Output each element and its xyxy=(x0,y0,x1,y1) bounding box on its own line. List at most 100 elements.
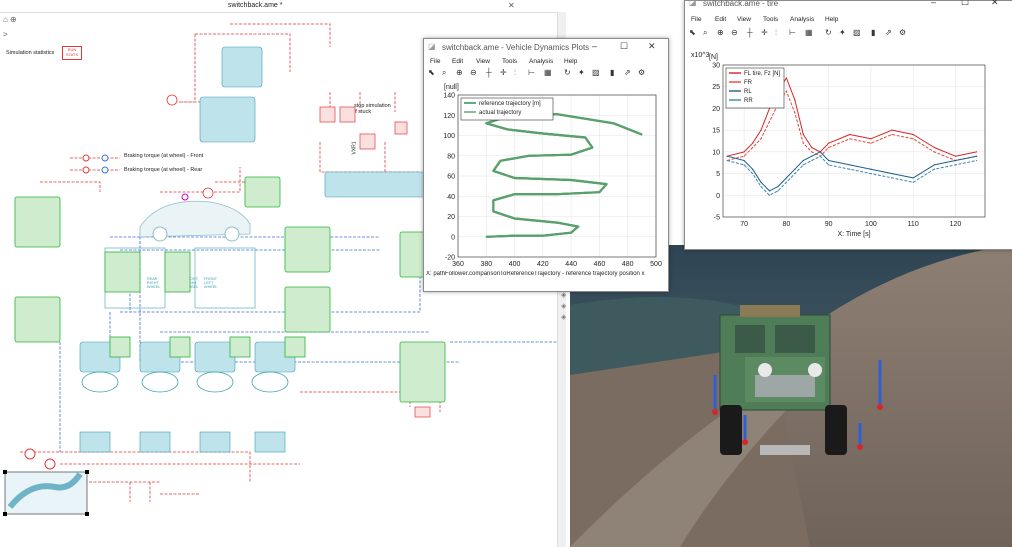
data-point xyxy=(794,112,796,114)
menu-file[interactable]: File xyxy=(691,16,701,23)
y-tick-label: 40 xyxy=(447,194,455,201)
data-point xyxy=(794,172,796,175)
grid-icon[interactable]: ▦ xyxy=(805,28,813,37)
menu-help[interactable]: Help xyxy=(825,16,838,23)
data-point xyxy=(819,151,821,153)
data-point xyxy=(528,155,530,157)
data-point xyxy=(811,155,813,157)
data-point xyxy=(751,168,754,170)
data-point xyxy=(975,155,978,157)
data-point xyxy=(933,146,935,149)
menu-tools[interactable]: Tools xyxy=(763,16,778,23)
cross-cursor-icon[interactable]: ✛ xyxy=(500,68,507,77)
x-tick-label: 100 xyxy=(865,221,877,228)
data-point xyxy=(785,77,787,79)
zoom-out-icon[interactable]: ⊖ xyxy=(470,68,477,77)
cursor-icon[interactable]: ┼ xyxy=(486,68,492,77)
pin-icon[interactable]: ✦ xyxy=(578,68,585,77)
refresh-icon[interactable]: ↻ xyxy=(825,28,832,37)
menu-view[interactable]: View xyxy=(737,16,751,23)
data-point xyxy=(577,226,579,228)
zoom-in-icon[interactable]: ⊕ xyxy=(717,28,724,37)
data-point xyxy=(891,133,893,136)
maximize-button[interactable]: ☐ xyxy=(620,41,628,52)
data-point xyxy=(849,138,851,140)
data-point xyxy=(760,181,762,183)
menu-analysis[interactable]: Analysis xyxy=(529,58,553,65)
axes-icon[interactable]: ⊢ xyxy=(528,68,535,77)
y-tick-label: 30 xyxy=(712,63,720,70)
close-button[interactable]: ✕ xyxy=(991,0,999,8)
data-point xyxy=(513,177,516,179)
data-point xyxy=(785,90,787,92)
zoom-in-icon[interactable]: ⊕ xyxy=(456,68,463,77)
menu-file[interactable]: File xyxy=(430,58,440,65)
data-point xyxy=(912,133,914,136)
data-point xyxy=(802,142,804,144)
menu-edit[interactable]: Edit xyxy=(452,58,463,65)
cursor-icon[interactable]: ┼ xyxy=(747,28,753,37)
y-tick-label: 80 xyxy=(447,153,455,160)
series-line-2 xyxy=(727,151,977,192)
x-tick-label: 460 xyxy=(594,261,606,268)
data-point xyxy=(811,146,813,149)
data-point xyxy=(828,164,830,166)
data-point xyxy=(768,120,771,123)
legend-entry: FL tire, Fz [N] xyxy=(744,71,780,77)
settings-icon[interactable]: ⚙ xyxy=(638,68,645,77)
data-point xyxy=(605,183,608,185)
data-point xyxy=(743,155,745,157)
data-point xyxy=(785,181,787,183)
data-point xyxy=(584,136,586,139)
settings-icon[interactable]: ⚙ xyxy=(899,28,906,37)
menu-edit[interactable]: Edit xyxy=(715,16,726,23)
vertical-cursor-icon[interactable]: ⫶ xyxy=(775,28,777,38)
axes-icon[interactable]: ⊢ xyxy=(789,28,796,37)
data-point xyxy=(726,155,728,157)
menu-view[interactable]: View xyxy=(476,58,490,65)
data-point xyxy=(542,235,544,237)
data-point xyxy=(641,133,643,136)
data-point xyxy=(492,199,494,201)
data-point xyxy=(556,113,558,115)
select-tool-icon[interactable]: ⬉ xyxy=(428,68,435,77)
pin-icon[interactable]: ✦ xyxy=(839,28,846,37)
data-point xyxy=(912,138,914,140)
select-tool-icon[interactable]: ⬉ xyxy=(689,28,696,37)
tire-force-chart[interactable]: x10^3 70 80 90 100 110 120 -5 0 5 10 15 20 25 30 [N] X: … xyxy=(685,39,1012,247)
data-point xyxy=(870,142,872,144)
minimize-button[interactable]: – xyxy=(931,0,936,7)
close-button[interactable]: ✕ xyxy=(648,41,656,52)
image-icon[interactable]: ▨ xyxy=(853,28,861,37)
maximize-button[interactable]: ☐ xyxy=(961,0,969,8)
export-icon[interactable]: ⇗ xyxy=(624,68,631,77)
zoom-icon[interactable]: ⌕ xyxy=(442,68,446,78)
export-icon[interactable]: ⇗ xyxy=(885,28,892,37)
data-point xyxy=(794,99,796,101)
zoom-icon[interactable]: ⌕ xyxy=(703,28,707,38)
schematic-close-icon[interactable]: ✕ xyxy=(508,1,515,10)
app-icon: ◪ xyxy=(689,0,697,7)
refresh-icon[interactable]: ↻ xyxy=(564,68,571,77)
zoom-out-icon[interactable]: ⊖ xyxy=(731,28,738,37)
menu-tools[interactable]: Tools xyxy=(502,58,517,65)
data-point xyxy=(760,138,762,140)
data-point xyxy=(612,122,615,124)
bar-chart-icon[interactable]: ▮ xyxy=(610,68,614,77)
x-tick-label: 120 xyxy=(950,221,962,228)
data-point xyxy=(556,193,558,195)
y-tick-label: 5 xyxy=(716,171,720,178)
cross-cursor-icon[interactable]: ✛ xyxy=(761,28,768,37)
grid-icon[interactable]: ▦ xyxy=(544,68,552,77)
minimize-button[interactable]: – xyxy=(592,41,597,51)
bar-chart-icon[interactable]: ▮ xyxy=(871,28,875,37)
menu-help[interactable]: Help xyxy=(564,58,577,65)
menu-analysis[interactable]: Analysis xyxy=(790,16,814,23)
vertical-cursor-icon[interactable]: ⫶ xyxy=(514,68,516,78)
y-tick-label: 20 xyxy=(712,106,720,113)
data-point xyxy=(912,181,914,183)
image-icon[interactable]: ▨ xyxy=(592,68,600,77)
data-point xyxy=(802,164,804,166)
data-point xyxy=(849,168,851,170)
trajectory-chart[interactable]: 360 380 400 420 440 460 480 500 -20 0 20 40 60 80 100 1… xyxy=(424,81,668,273)
